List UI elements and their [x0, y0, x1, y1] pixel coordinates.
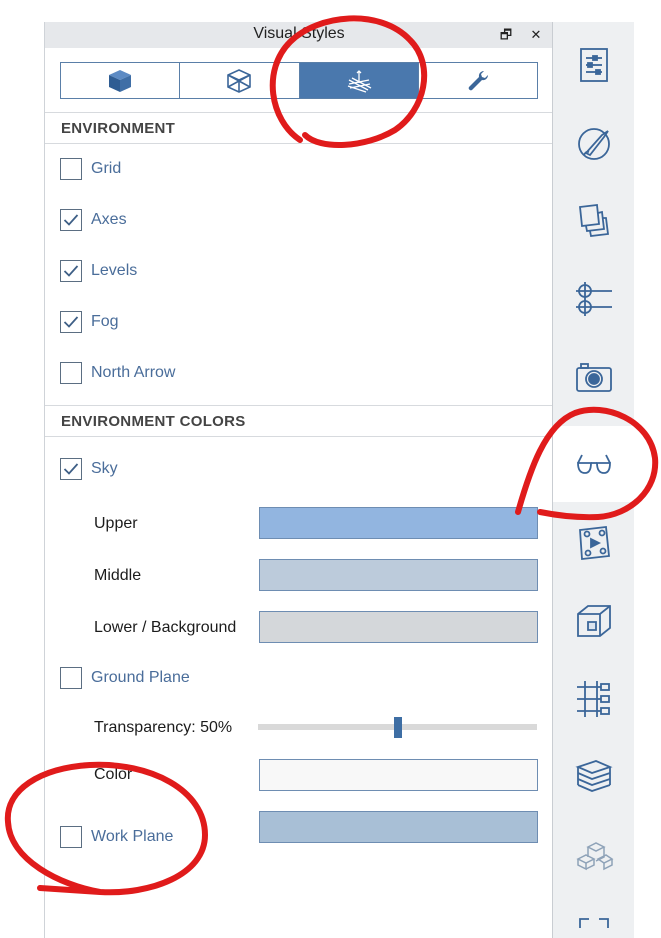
sidebar-item-camera[interactable]	[553, 339, 635, 415]
layers-stack-icon	[579, 203, 610, 237]
work-plane-color-swatch[interactable]	[259, 811, 538, 843]
grid-checkbox-row[interactable]: Grid	[60, 157, 121, 181]
sidebar-item-grid[interactable]	[553, 261, 635, 337]
fog-checkbox[interactable]	[60, 311, 82, 333]
tab-wireframe[interactable]	[180, 63, 300, 98]
middle-label: Middle	[94, 567, 142, 584]
camera-icon	[576, 363, 612, 392]
style-tabs	[60, 62, 538, 99]
transparency-label: Transparency: 50%	[94, 719, 232, 737]
sidebar-item-visual-styles[interactable]	[553, 426, 635, 502]
environment-colors-heading: ENVIRONMENT COLORS	[61, 413, 246, 430]
style-brush-icon	[578, 128, 610, 160]
animation-film-icon	[579, 526, 610, 560]
environment-section-header: ENVIRONMENT	[45, 112, 553, 144]
levels-label: Levels	[91, 262, 138, 279]
sidebar-item-layers[interactable]	[553, 739, 635, 815]
close-button[interactable]: ✕	[527, 26, 545, 44]
sidebar-item-hierarchy[interactable]	[553, 661, 635, 737]
wrench-icon	[468, 70, 488, 90]
levels-checkbox-row[interactable]: Levels	[60, 259, 137, 283]
checkmark-icon	[63, 463, 79, 475]
checkmark-icon	[63, 316, 79, 328]
sidebar-item-properties[interactable]	[553, 27, 635, 103]
north-arrow-label: North Arrow	[91, 364, 176, 381]
panel-titlebar: Visual Styles 🗗 ✕	[45, 22, 553, 48]
axes-checkbox[interactable]	[60, 209, 82, 231]
lower-background-label: Lower / Background	[94, 619, 237, 636]
ground-plane-label: Ground Plane	[91, 669, 190, 686]
transparency-text: Transparency:	[94, 719, 196, 736]
sky-checkbox-row[interactable]: Sky	[60, 457, 118, 481]
frame-icon	[579, 918, 609, 928]
sidebar-item-frame[interactable]	[553, 895, 635, 938]
components-3d-icon	[576, 842, 614, 871]
sidebar-item-section[interactable]	[553, 583, 635, 659]
layers-stack-3d-icon	[575, 760, 613, 792]
glasses-icon	[577, 454, 611, 474]
environment-colors-section-header: ENVIRONMENT COLORS	[45, 405, 553, 437]
sidebar-item-components[interactable]	[553, 817, 635, 893]
ground-plane-checkbox-row[interactable]: Ground Plane	[60, 666, 190, 690]
sky-checkbox[interactable]	[60, 458, 82, 480]
sky-label: Sky	[91, 460, 118, 477]
transparency-slider-thumb[interactable]	[393, 717, 402, 738]
axes-label: Axes	[91, 211, 127, 228]
ground-plane-checkbox[interactable]	[60, 667, 82, 689]
sidebar-item-styles[interactable]	[553, 105, 635, 181]
fog-label: Fog	[91, 313, 119, 330]
upper-color-swatch[interactable]	[259, 507, 538, 539]
work-plane-checkbox-row[interactable]: Work Plane	[60, 825, 173, 849]
environment-heading: ENVIRONMENT	[61, 120, 176, 137]
section-box-icon	[577, 605, 611, 637]
work-plane-label: Work Plane	[91, 828, 174, 845]
tab-environment[interactable]	[299, 63, 419, 98]
axes-checkbox-row[interactable]: Axes	[60, 208, 127, 232]
levels-checkbox[interactable]	[60, 260, 82, 282]
ground-color-swatch[interactable]	[259, 759, 538, 791]
fog-checkbox-row[interactable]: Fog	[60, 310, 119, 334]
grid-checkbox[interactable]	[60, 158, 82, 180]
grid-label: Grid	[91, 160, 122, 177]
tool-sidebar	[552, 22, 635, 938]
tab-solid[interactable]	[61, 63, 181, 98]
sidebar-item-animation[interactable]	[553, 505, 635, 581]
cube-solid-icon	[109, 69, 132, 92]
work-plane-checkbox[interactable]	[60, 826, 82, 848]
checkmark-icon	[63, 265, 79, 277]
cube-wireframe-icon	[227, 68, 252, 93]
visual-styles-panel: Visual Styles 🗗 ✕ ENVIRONMENT Grid Axes …	[44, 22, 553, 938]
north-arrow-checkbox[interactable]	[60, 362, 82, 384]
checkmark-icon	[63, 214, 79, 226]
grid-lines-icon	[576, 282, 612, 316]
sidebar-item-materials[interactable]	[553, 183, 635, 259]
north-arrow-checkbox-row[interactable]: North Arrow	[60, 361, 175, 385]
hierarchy-tree-icon	[577, 681, 610, 717]
restore-button[interactable]: 🗗	[497, 26, 515, 44]
environment-axes-grid-icon	[347, 69, 371, 93]
properties-sliders-icon	[580, 48, 608, 82]
lower-background-color-swatch[interactable]	[259, 611, 538, 643]
middle-color-swatch[interactable]	[259, 559, 538, 591]
upper-label: Upper	[94, 515, 138, 532]
tab-settings[interactable]	[419, 63, 537, 98]
panel-title: Visual Styles	[253, 25, 345, 42]
transparency-value: 50%	[200, 719, 233, 736]
ground-color-label: Color	[94, 766, 133, 783]
